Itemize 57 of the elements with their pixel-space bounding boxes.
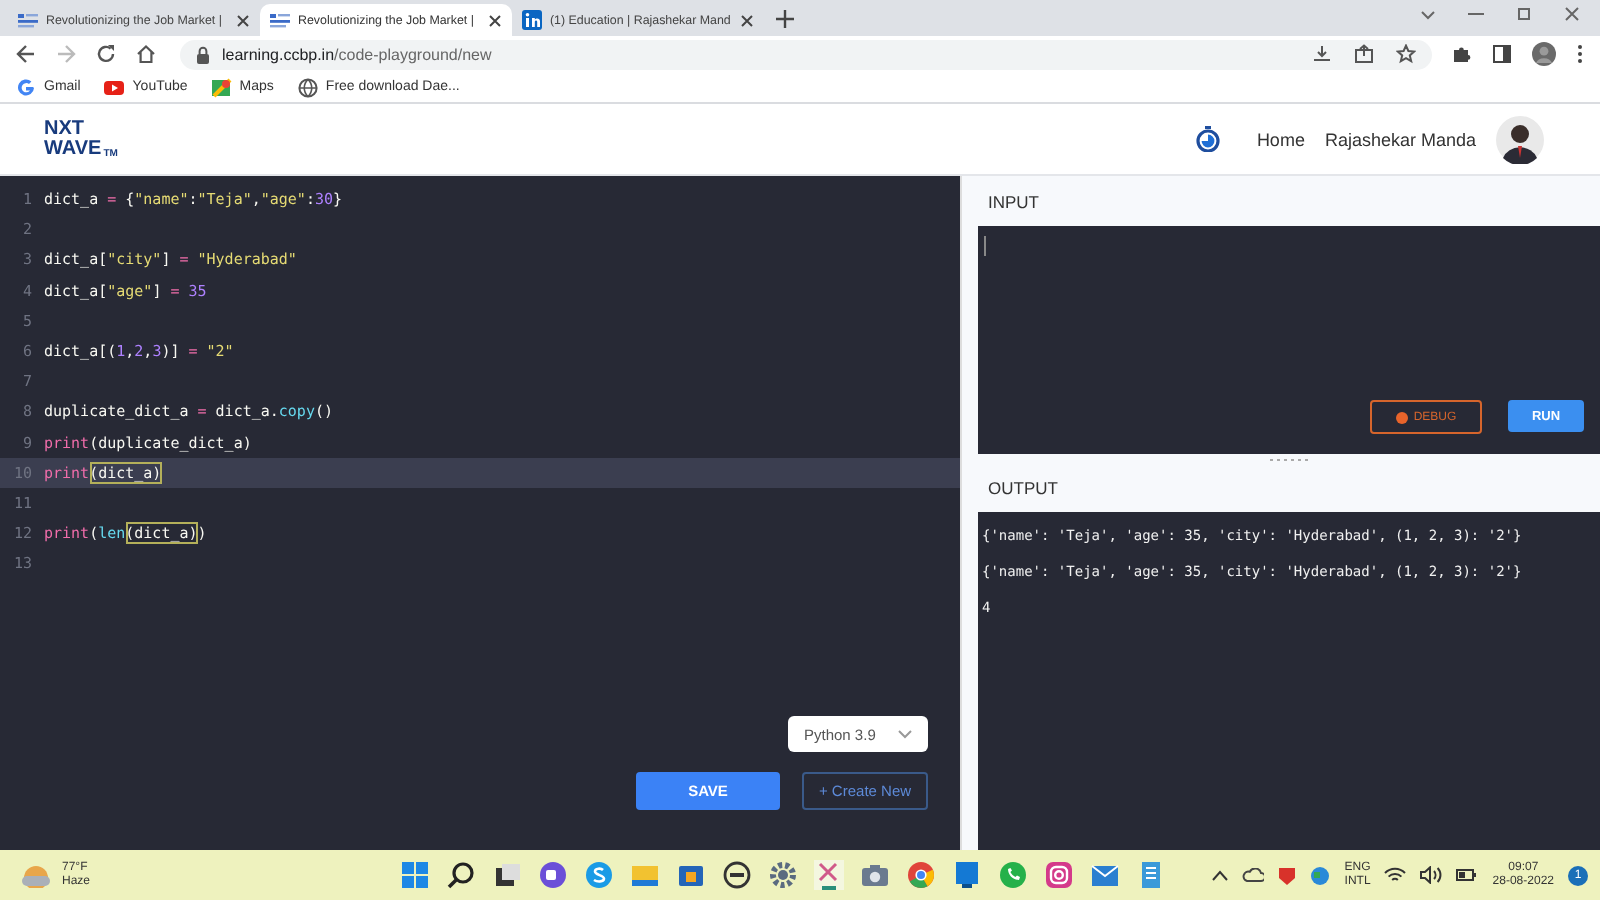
back-icon[interactable] bbox=[16, 44, 36, 64]
camera-icon[interactable] bbox=[860, 860, 890, 890]
site-icon bbox=[270, 10, 290, 30]
skype-icon[interactable] bbox=[584, 860, 614, 890]
speaker-icon[interactable] bbox=[1420, 866, 1443, 884]
folder-icon[interactable] bbox=[630, 860, 660, 890]
close-icon[interactable] bbox=[236, 13, 250, 27]
battery-icon[interactable] bbox=[1456, 866, 1479, 884]
user-name[interactable]: Rajashekar Manda bbox=[1324, 129, 1476, 149]
nav-link[interactable]: Home bbox=[1256, 129, 1305, 149]
wifi-icon[interactable] bbox=[1384, 866, 1407, 884]
mail-icon[interactable] bbox=[1090, 860, 1120, 890]
panel-title: INPUT bbox=[986, 189, 1041, 215]
shield-icon[interactable] bbox=[1278, 865, 1297, 885]
linkedin-icon bbox=[522, 10, 542, 30]
close-icon[interactable] bbox=[488, 13, 502, 27]
stopwatch-icon[interactable] bbox=[1196, 126, 1221, 152]
bug-icon bbox=[1395, 411, 1408, 423]
site-icon bbox=[18, 10, 38, 30]
phone-bubble-icon[interactable] bbox=[998, 860, 1028, 890]
settings-icon[interactable] bbox=[768, 860, 798, 890]
search-icon[interactable] bbox=[446, 860, 476, 890]
windows-stack-icon[interactable] bbox=[492, 860, 522, 890]
windows-icon[interactable] bbox=[400, 860, 430, 890]
address-field[interactable]: learning.ccbp.in/code-playground/new bbox=[180, 39, 1432, 69]
resize-handle-icon[interactable] bbox=[1269, 458, 1309, 462]
star-icon[interactable] bbox=[1396, 44, 1416, 64]
home-icon[interactable] bbox=[136, 44, 156, 64]
tablet-icon[interactable] bbox=[952, 860, 982, 890]
avatar-icon[interactable] bbox=[1496, 115, 1544, 163]
play-icon bbox=[104, 77, 125, 97]
camera-outline-icon[interactable] bbox=[1044, 860, 1074, 890]
chevron-up-icon[interactable] bbox=[1212, 869, 1229, 881]
cloud-icon[interactable] bbox=[1242, 868, 1265, 882]
close-icon[interactable] bbox=[740, 13, 754, 27]
chevron-down-icon[interactable] bbox=[1420, 5, 1436, 21]
puzzle-icon[interactable] bbox=[1452, 44, 1472, 64]
new-tab-icon[interactable] bbox=[776, 10, 794, 28]
notepad-icon[interactable] bbox=[1136, 860, 1166, 890]
store-icon[interactable] bbox=[676, 860, 706, 890]
close-icon[interactable] bbox=[1564, 5, 1580, 21]
more-icon[interactable] bbox=[1576, 44, 1584, 64]
logo-text: WAVE bbox=[44, 139, 102, 159]
chevron-down-icon bbox=[898, 729, 912, 739]
google-icon bbox=[16, 77, 36, 97]
chat-icon[interactable] bbox=[538, 860, 568, 890]
chrome-icon[interactable] bbox=[906, 860, 936, 890]
code-editor[interactable] bbox=[0, 176, 960, 850]
side-panel-icon[interactable] bbox=[1492, 44, 1512, 64]
logo-text: NXT bbox=[44, 119, 86, 139]
share-icon[interactable] bbox=[1354, 44, 1374, 64]
url-text: learning.ccbp.in/code-playground/new bbox=[222, 45, 492, 63]
download-icon[interactable] bbox=[1312, 44, 1332, 64]
restore-icon[interactable] bbox=[1516, 5, 1532, 21]
reload-icon[interactable] bbox=[96, 44, 116, 64]
lock-icon bbox=[196, 45, 210, 63]
panel-title: OUTPUT bbox=[986, 475, 1060, 501]
